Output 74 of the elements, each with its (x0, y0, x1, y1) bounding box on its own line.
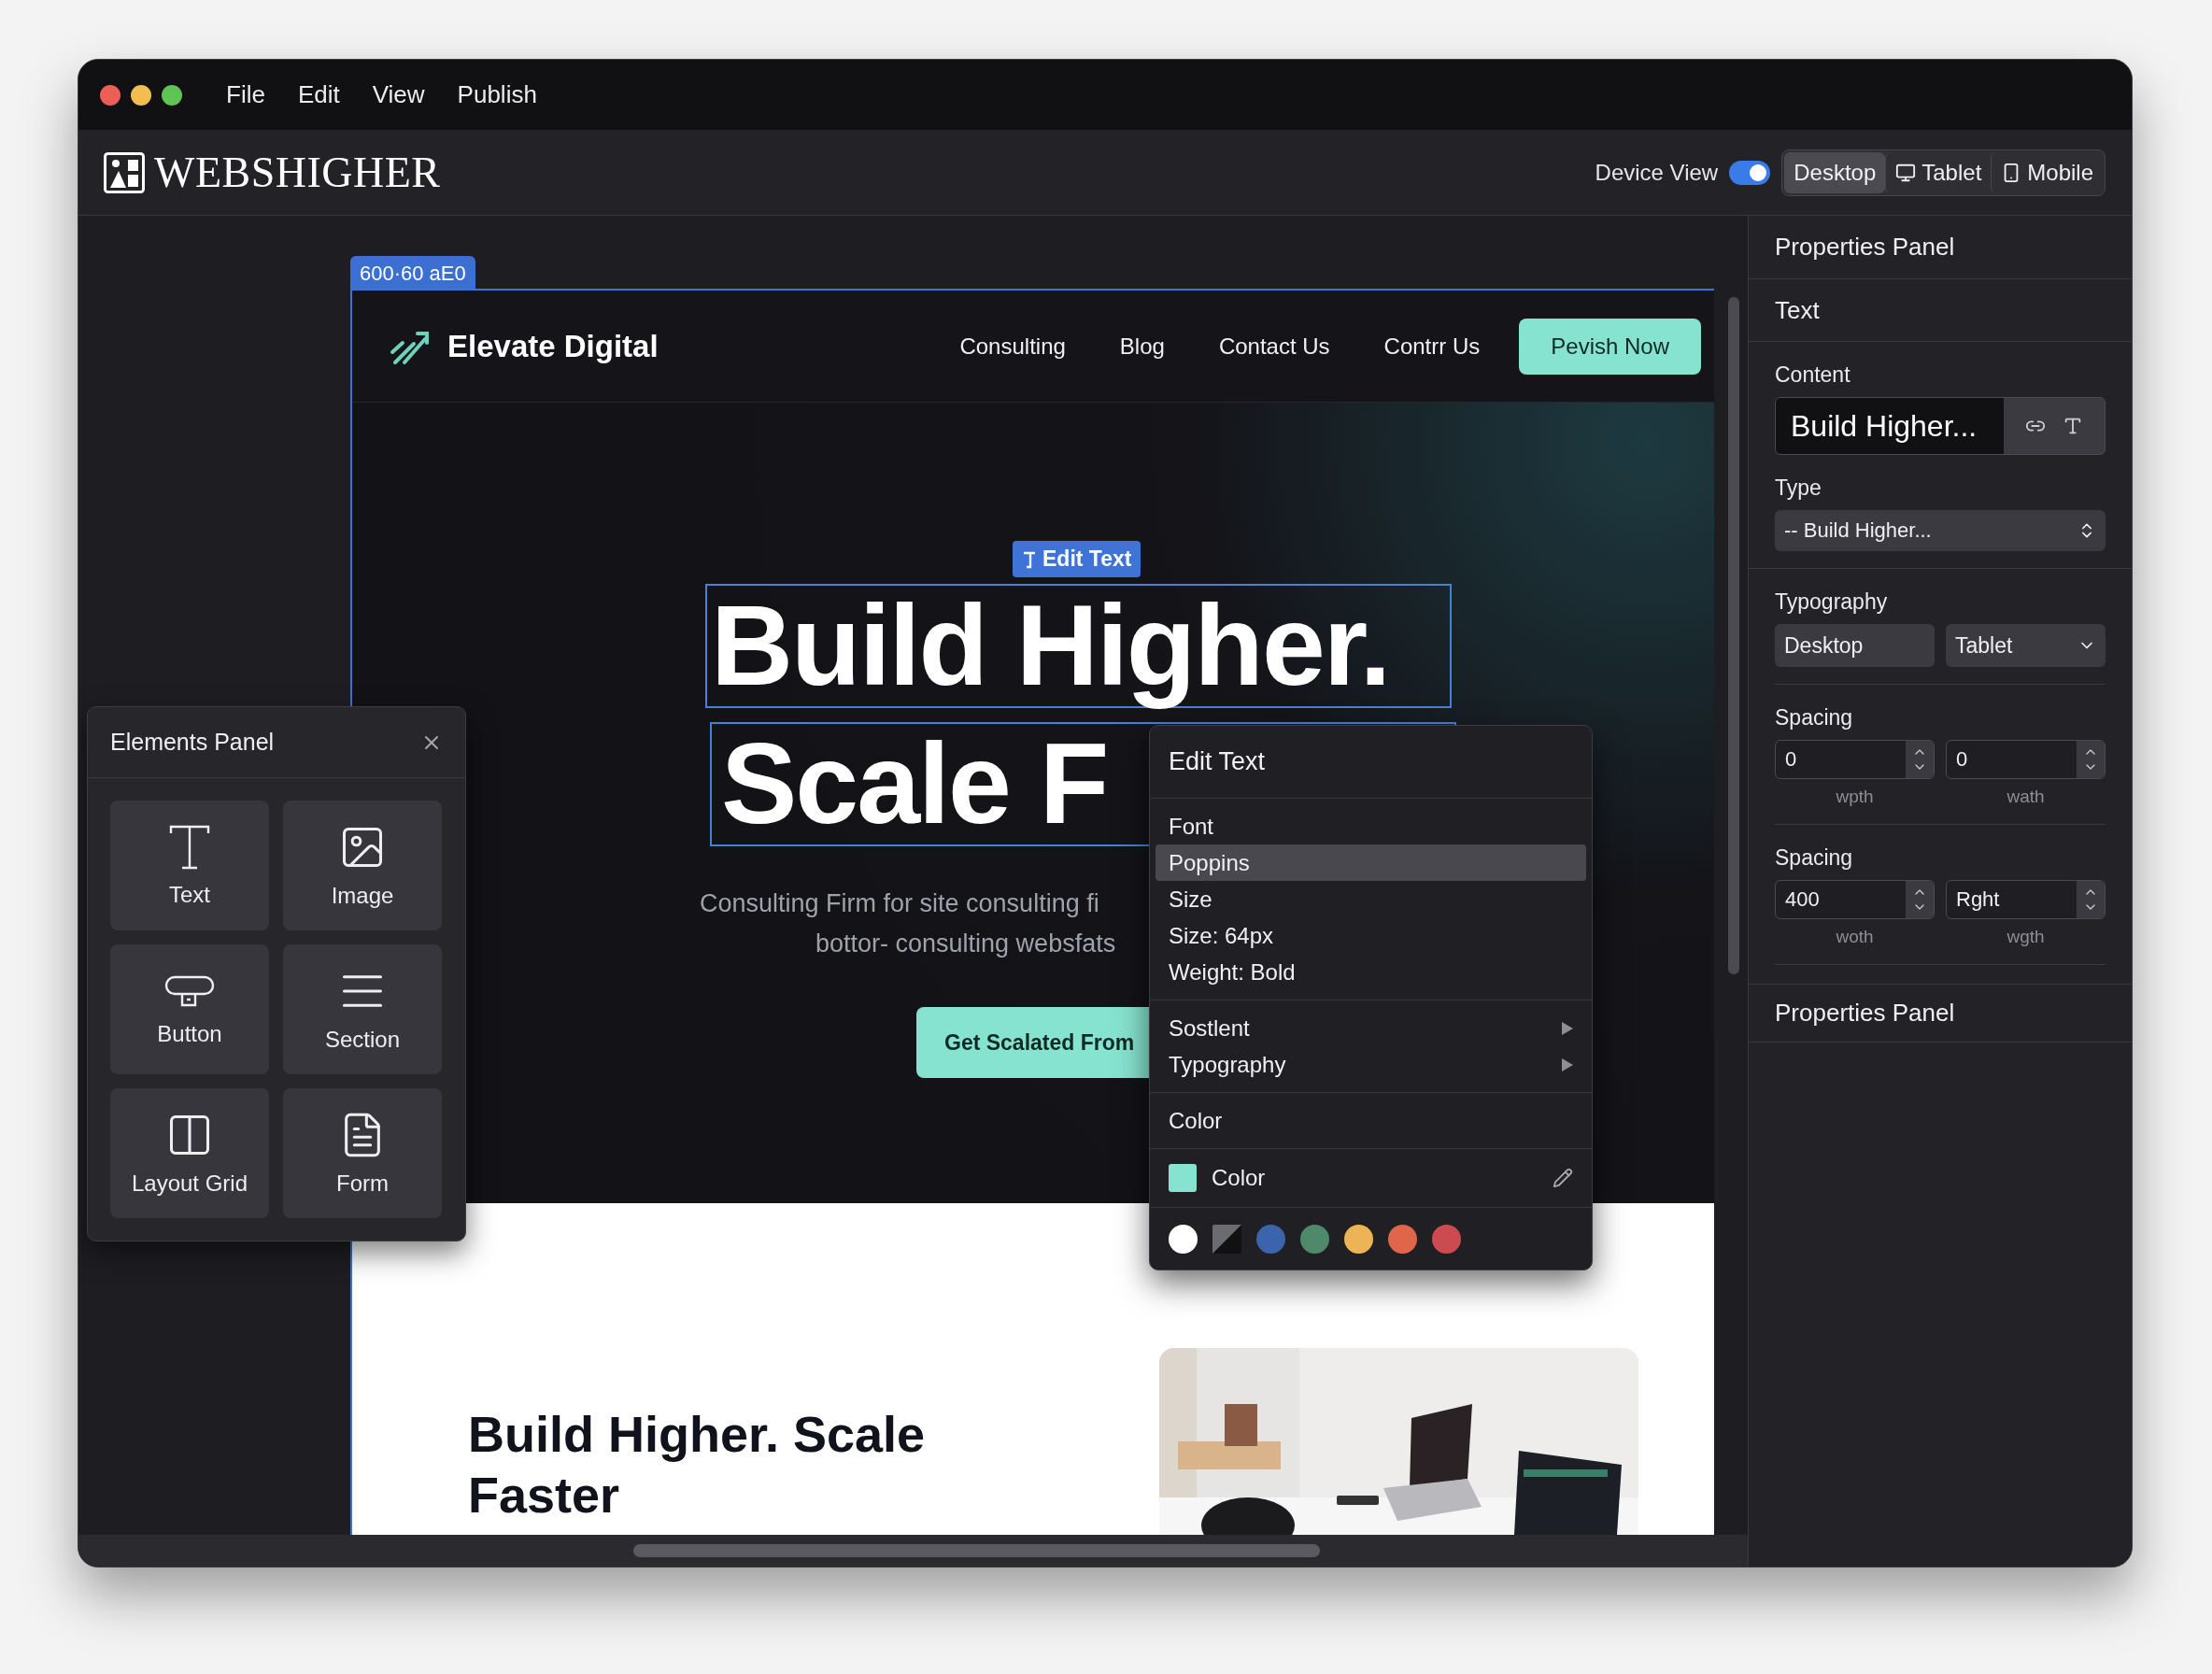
nav-link[interactable]: Contrr Us (1383, 333, 1481, 360)
panel-title: Properties Panel (1749, 216, 2132, 279)
submenu-arrow-icon (1562, 1057, 1573, 1071)
field-caption: wgth (2006, 927, 2046, 947)
typography-button[interactable]: Desktop (1775, 624, 1935, 667)
field-caption: wpth (1835, 787, 1875, 807)
device-tab[interactable]: Mobile (1991, 151, 2103, 193)
element-tile[interactable]: Button (110, 944, 269, 1074)
device-tab[interactable]: Tablet (1885, 151, 1992, 193)
horizontal-scrollbar[interactable] (78, 1535, 1748, 1567)
section-title: Text (1749, 279, 2132, 342)
menu-item[interactable]: Color (1156, 1102, 1586, 1139)
app-logo: WEBSHIGHER (154, 148, 441, 197)
typography-dropdown[interactable]: Tablet (1946, 624, 2106, 667)
menu-item[interactable]: Size: 64px (1156, 917, 1586, 954)
pencil-icon[interactable] (1553, 1168, 1573, 1188)
nav-link[interactable]: Consulting (959, 333, 1066, 360)
text-cursor-icon (1022, 549, 1037, 569)
close-button[interactable] (100, 84, 121, 106)
logo-icon (104, 151, 145, 193)
edit-text-tag[interactable]: Edit Text (1013, 541, 1141, 577)
menu-item[interactable]: Publish (447, 77, 546, 113)
field-label: Type (1775, 475, 1822, 501)
headline-text: Scale F (721, 719, 1108, 850)
field-caption: woth (1835, 927, 1875, 947)
color-swatch[interactable] (1300, 1224, 1329, 1254)
color-swatch[interactable] (1256, 1224, 1285, 1254)
color-swatch[interactable] (1169, 1224, 1198, 1254)
device-view-toggle[interactable] (1729, 160, 1771, 185)
panel-title: Properties Panel (1749, 984, 2132, 1043)
zoom-button[interactable] (162, 84, 182, 106)
monitor-icon (1895, 162, 1917, 183)
field-label: Typography (1775, 589, 1889, 615)
menu-item[interactable]: Weight: Bold (1156, 954, 1586, 990)
size-tag: 600·60 aE0 (350, 256, 475, 289)
text-icon (168, 823, 211, 871)
submenu-arrow-icon (1562, 1021, 1573, 1035)
brand-name: Elevate Digital (447, 328, 659, 364)
minimize-button[interactable] (131, 84, 151, 106)
color-swatch[interactable] (1344, 1224, 1373, 1254)
element-tile[interactable]: Section (283, 944, 442, 1074)
text-format-icon[interactable] (2063, 416, 2083, 436)
headline-text: Build Higher. (711, 581, 1390, 712)
device-tab[interactable]: Desktop (1784, 151, 1886, 193)
menu-item[interactable]: Font (1156, 808, 1586, 844)
field-label: Spacing (1775, 845, 1854, 871)
menu-item[interactable]: View (362, 77, 434, 113)
element-tile[interactable]: Text (110, 801, 269, 930)
field-caption: wath (2006, 787, 2046, 807)
field-label: Spacing (1775, 705, 1854, 731)
menu-item[interactable]: Size (1156, 881, 1586, 917)
cta-button[interactable]: Pevish Now (1519, 318, 1701, 375)
type-select[interactable]: -- Build Higher... (1775, 510, 2106, 551)
menu-item[interactable]: Poppins (1156, 844, 1586, 881)
element-tile[interactable]: Layout Grid (110, 1088, 269, 1218)
element-tile[interactable]: Image (283, 801, 442, 930)
panel-title: Elements Panel (110, 729, 275, 756)
menu-item[interactable]: Edit (288, 77, 349, 113)
color-swatch[interactable] (1432, 1224, 1461, 1254)
vertical-scrollbar[interactable] (1728, 297, 1739, 974)
contrast-swatch[interactable] (1212, 1224, 1241, 1254)
color-label: Color (1212, 1165, 1266, 1191)
section-heading: Build Higher. Scale Faster (468, 1405, 927, 1525)
field-label: Content (1775, 362, 1851, 388)
menu-title: Edit Text (1150, 726, 1592, 799)
element-tile[interactable]: Form (283, 1088, 442, 1218)
subtitle-text: bottor- consulting websfats (815, 929, 1116, 958)
color-swatch[interactable] (1388, 1224, 1417, 1254)
subtitle-text: Consulting Firm for site consulting fi (700, 889, 1099, 918)
nav-link[interactable]: Blog (1119, 333, 1165, 360)
menu-item[interactable]: File (217, 77, 275, 113)
content-field[interactable]: Build Higher... (1775, 397, 2106, 455)
nav-link[interactable]: Contact Us (1218, 333, 1330, 360)
device-view-label: Device View (1595, 159, 1719, 186)
